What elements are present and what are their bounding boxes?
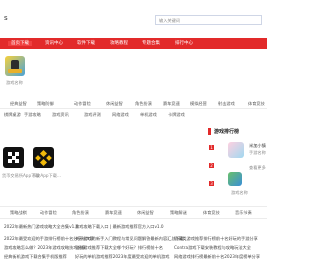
bottom-tab[interactable]: 音乐节奏 <box>235 210 252 216</box>
news-link[interactable]: 关于游戏的新手入门教程与常见问题解答最新内容汇总下载 <box>75 236 184 242</box>
rank-num-3: 3 <box>209 181 214 186</box>
nav-item-software[interactable]: 软件下载 <box>77 41 95 46</box>
category-item[interactable]: 策略防御 <box>37 101 54 107</box>
bottom-tab[interactable]: 赛车竞速 <box>105 210 122 216</box>
rank-app-icon[interactable] <box>228 172 242 186</box>
category-item[interactable]: 模拟经营 <box>190 101 207 107</box>
app-icon-binance[interactable] <box>33 147 54 168</box>
bottom-tab[interactable]: 策略解谜 <box>170 210 187 216</box>
nav-item-home[interactable]: 首页下载 <box>8 41 32 46</box>
search-placeholder: 输入关键词 <box>159 17 180 23</box>
featured-app-icon[interactable] <box>5 56 25 76</box>
main-nav: 首页下载 资讯中心 软件下载 攻略教程 专题合集 排行中心 <box>0 38 267 49</box>
category-item[interactable]: 网络游戏 <box>112 112 129 118</box>
news-link[interactable]: Contra游戏下载安装教程与攻略玩法大全 <box>174 245 251 251</box>
bottom-tab[interactable]: 动作冒险 <box>40 210 57 216</box>
rank-app-name[interactable]: 手游名称 <box>249 150 266 155</box>
news-link[interactable]: 电脑游戏推荐下载大全哪个好玩？排行榜前十名 <box>75 245 163 251</box>
category-item[interactable]: 经典益智 <box>10 101 27 107</box>
header: s 输入关键词 <box>0 0 267 38</box>
nav-item-rank[interactable]: 排行中心 <box>175 41 193 46</box>
news-link[interactable]: 好玩的单机游戏推荐2023年度最受欢迎的单机游戏 <box>75 254 169 260</box>
category-item[interactable]: 体育竞技 <box>248 101 265 107</box>
news-link[interactable]: 2022年最新热门游戏攻略大全合集v1.0 <box>4 224 78 230</box>
app-icon-okx[interactable] <box>3 147 24 168</box>
rank-app-name[interactable]: 米加小镇 <box>249 143 266 148</box>
news-link[interactable]: 游戏攻略下载入口 | 最新游戏推荐官方入口v1.0 <box>75 224 164 230</box>
category-item[interactable]: 手游攻略 <box>24 112 41 118</box>
category-item[interactable]: 单机游戏 <box>140 112 157 118</box>
rank-num-2: 2 <box>209 163 214 168</box>
category-item[interactable]: 棋牌桌游 <box>4 112 21 118</box>
news-link[interactable]: 网络游戏排行榜最新前十名2023年度榜单分享 <box>174 254 260 260</box>
bottom-tab[interactable]: 策略战棋 <box>10 210 27 216</box>
category-item[interactable]: 卡牌游戏 <box>168 112 185 118</box>
divider <box>0 108 267 109</box>
category-item[interactable]: 角色扮演 <box>135 101 152 107</box>
app-name[interactable]: 币安App下载... <box>32 173 61 178</box>
nav-item-topics[interactable]: 专题合集 <box>142 41 160 46</box>
rank-title-bar <box>208 128 211 135</box>
nav-item-guides[interactable]: 攻略教程 <box>110 41 128 46</box>
news-link[interactable]: 经典街机游戏下载合集手机版推荐 <box>4 254 67 260</box>
category-item[interactable]: 射击游戏 <box>218 101 235 107</box>
rank-app-name[interactable]: 游戏名称 <box>231 190 248 195</box>
divider <box>0 206 267 207</box>
search-input[interactable]: 输入关键词 <box>155 15 262 25</box>
bottom-tab[interactable]: 休闲益智 <box>137 210 154 216</box>
category-item[interactable]: 游戏资讯 <box>52 112 69 118</box>
category-item[interactable]: 游戏评测 <box>84 112 101 118</box>
category-item[interactable]: 动作冒险 <box>74 101 91 107</box>
rank-num-1: 1 <box>209 145 214 150</box>
bottom-tab[interactable]: 角色扮演 <box>72 210 89 216</box>
site-logo[interactable]: s <box>4 14 8 22</box>
divider <box>0 218 267 219</box>
news-link[interactable]: 收藏类游戏推荐排行榜前十名好玩的手游分享 <box>174 236 258 242</box>
rank-more-link[interactable]: 查看更多 <box>249 165 266 170</box>
nav-item-news[interactable]: 资讯中心 <box>45 41 63 46</box>
category-item[interactable]: 休闲益智 <box>106 101 123 107</box>
news-link[interactable]: 游戏攻略怎么做？2023年游戏攻略技巧分享 <box>4 245 86 251</box>
featured-app-name[interactable]: 游戏名称 <box>6 80 23 85</box>
category-item[interactable]: 赛车竞速 <box>163 101 180 107</box>
rank-title: 游戏排行榜 <box>214 129 240 135</box>
rank-app-icon[interactable] <box>228 142 244 158</box>
bottom-tab[interactable]: 体育竞技 <box>203 210 220 216</box>
